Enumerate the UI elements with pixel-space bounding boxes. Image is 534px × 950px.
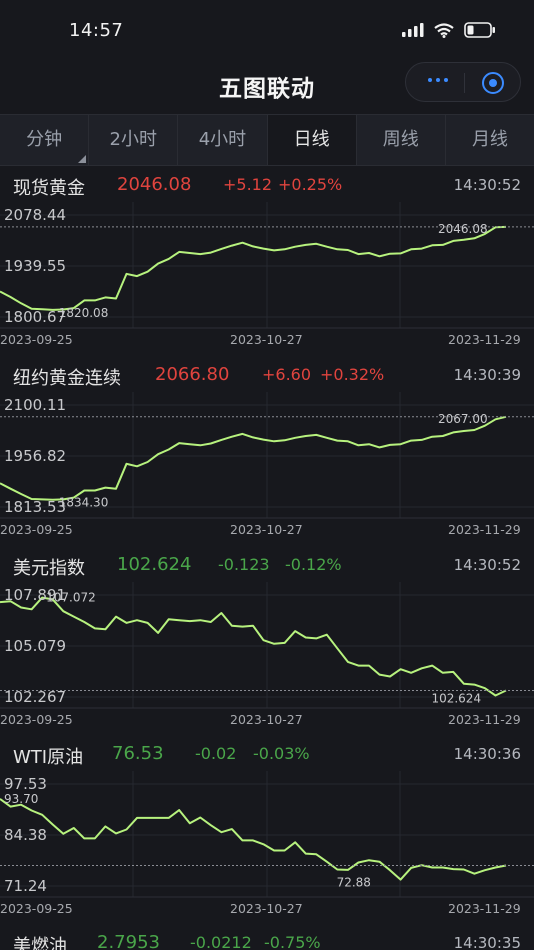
instrument-name: WTI原油 <box>13 747 84 768</box>
price-change: +5.12 <box>223 175 273 194</box>
tab-4h[interactable]: 4小时 <box>178 115 268 165</box>
instrument-price: 2066.80 <box>155 364 230 385</box>
price-change: -0.0212 <box>190 933 252 950</box>
panel-header: WTI原油 76.53 -0.02 -0.03% 14:30:36 <box>0 737 534 771</box>
line-chart: 2078.44 1939.55 1800.67 2046.08 1820.08 2023-… <box>0 202 534 347</box>
x-axis-date-label: 2023-09-25 <box>0 332 73 347</box>
max-value-label: 2046.08 <box>438 222 488 236</box>
min-value-label: 72.88 <box>337 876 371 890</box>
x-axis-date-label: 2023-11-29 <box>448 332 521 347</box>
status-icons <box>402 22 496 38</box>
instrument-price: 76.53 <box>112 743 164 764</box>
instrument-name: 现货黄金 <box>13 178 85 199</box>
instrument-name: 美燃油 <box>13 936 67 950</box>
y-axis-label: 102.267 <box>4 688 66 706</box>
min-value-label: 1834.30 <box>59 496 109 510</box>
status-time: 14:57 <box>69 20 124 41</box>
x-axis-date-label: 2023-10-27 <box>230 712 303 727</box>
y-axis-label: 1813.53 <box>4 498 66 516</box>
min-value-label: 1820.08 <box>59 306 109 320</box>
percent-change: -0.75% <box>264 933 321 950</box>
y-axis-label: 71.24 <box>4 877 47 895</box>
price-line <box>0 596 507 697</box>
chart-panel-dollar-index[interactable]: 美元指数 102.624 -0.123 -0.12% 14:30:52 107.… <box>0 548 534 738</box>
quote-time: 14:30:36 <box>453 745 521 763</box>
quote-time: 14:30:39 <box>453 366 521 384</box>
percent-change: -0.03% <box>253 744 310 763</box>
percent-change: +0.25% <box>278 175 343 194</box>
x-axis-date-label: 2023-09-25 <box>0 712 73 727</box>
y-axis-label: 2078.44 <box>4 206 66 224</box>
line-chart: 107.891105.079102.267107.072102.6242023-… <box>0 582 534 727</box>
y-axis-label: 97.53 <box>4 775 47 793</box>
tab-2h[interactable]: 2小时 <box>89 115 179 165</box>
panel-header: 纽约黄金连续 2066.80 +6.60 +0.32% 14:30:39 <box>0 358 534 392</box>
panel-header: 现货黄金 2046.08 +5.12 +0.25% 14:30:52 <box>0 168 534 202</box>
max-value-label: 2067.00 <box>438 412 488 426</box>
chart-panel-comex-gold[interactable]: 纽约黄金连续 2066.80 +6.60 +0.32% 14:30:39 210… <box>0 358 534 548</box>
dropdown-corner-icon <box>78 155 87 163</box>
price-change: -0.02 <box>195 744 237 763</box>
signal-icon <box>402 23 424 37</box>
x-axis-date-label: 2023-10-27 <box>230 332 303 347</box>
wifi-icon <box>434 22 454 38</box>
mini-program-capsule <box>405 62 521 102</box>
panel-header: 美燃油 2.7953 -0.0212 -0.75% 14:30:35 <box>0 926 534 950</box>
line-chart: 97.53 84.38 71.24 93.70 72.88 2023-09-25 2023-… <box>0 771 534 916</box>
y-axis-label: 2100.11 <box>4 396 66 414</box>
max-value-label: 93.70 <box>4 792 38 806</box>
quote-time: 14:30:52 <box>453 176 521 194</box>
x-axis-date-label: 2023-10-27 <box>230 522 303 537</box>
close-target-icon[interactable] <box>482 72 504 94</box>
tab-minute[interactable]: 分钟 <box>0 115 90 165</box>
y-axis-label: 1956.82 <box>4 447 66 465</box>
nav-bar: 五图联动 <box>0 62 534 112</box>
x-axis-date-label: 2023-10-27 <box>230 901 303 916</box>
quote-time: 14:30:52 <box>453 556 521 574</box>
chart-panel-heating-oil[interactable]: 美燃油 2.7953 -0.0212 -0.75% 14:30:35 <box>0 926 534 950</box>
x-axis-date-label: 2023-11-29 <box>448 712 521 727</box>
min-value-label: 102.624 <box>431 691 481 705</box>
instrument-price: 2.7953 <box>97 932 160 950</box>
instrument-price: 102.624 <box>117 554 192 575</box>
y-axis-label: 84.38 <box>4 826 47 844</box>
panel-header: 美元指数 102.624 -0.123 -0.12% 14:30:52 <box>0 548 534 582</box>
x-axis-date-label: 2023-09-25 <box>0 901 73 916</box>
price-line <box>0 798 507 881</box>
tab-daily[interactable]: 日线 <box>267 115 357 165</box>
tab-weekly[interactable]: 周线 <box>357 115 446 165</box>
status-bar: 14:57 <box>0 0 534 62</box>
price-change: -0.123 <box>218 555 270 574</box>
instrument-price: 2046.08 <box>117 174 192 195</box>
instrument-name: 纽约黄金连续 <box>13 368 121 389</box>
instrument-name: 美元指数 <box>13 558 85 579</box>
price-change: +6.60 <box>262 365 312 384</box>
price-line <box>0 225 507 311</box>
quote-time: 14:30:35 <box>453 934 521 950</box>
percent-change: +0.32% <box>320 365 385 384</box>
y-axis-label: 1800.67 <box>4 308 66 326</box>
chart-panel-spot-gold[interactable]: 现货黄金 2046.08 +5.12 +0.25% 14:30:52 2078.… <box>0 168 534 358</box>
x-axis-date-label: 2023-11-29 <box>448 522 521 537</box>
chart-panel-wti-crude[interactable]: WTI原油 76.53 -0.02 -0.03% 14:30:36 97.53 8… <box>0 737 534 927</box>
x-axis-date-label: 2023-11-29 <box>448 901 521 916</box>
x-axis-date-label: 2023-09-25 <box>0 522 73 537</box>
period-tabs: 分钟 2小时 4小时 日线 周线 月线 <box>0 114 534 166</box>
max-value-label: 107.072 <box>46 591 96 605</box>
percent-change: -0.12% <box>285 555 342 574</box>
more-icon[interactable] <box>428 78 448 82</box>
y-axis-label: 105.079 <box>4 637 66 655</box>
capsule-divider <box>464 73 465 93</box>
y-axis-label: 1939.55 <box>4 257 66 275</box>
tab-monthly[interactable]: 月线 <box>446 115 534 165</box>
line-chart: 2100.11 1956.82 1813.53 2067.00 1834.30 2023-… <box>0 392 534 537</box>
battery-icon <box>464 22 495 38</box>
price-line <box>0 415 507 501</box>
